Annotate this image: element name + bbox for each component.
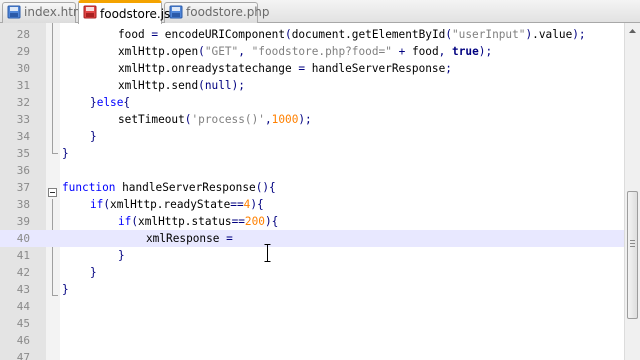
line-number: 46 [16, 334, 30, 347]
tab-bar: index.html foodstore.js foodstore.php [0, 0, 640, 24]
tab-label: foodstore.php [186, 5, 270, 19]
line-number: 28 [16, 28, 30, 41]
code-line: 45 [0, 315, 624, 332]
tab-label: foodstore.js [100, 7, 171, 21]
code-line: 47 [0, 349, 624, 360]
code-line: 30 xmlHttp.onreadystatechange = handleSe… [0, 60, 624, 77]
code-line: 43 } [0, 281, 624, 298]
line-number: 35 [16, 147, 30, 160]
code-line: 42 } [0, 264, 624, 281]
code-line: 44 [0, 298, 624, 315]
thumb-grip [630, 246, 635, 247]
code-text: xmlHttp.onreadystatechange = handleServe… [118, 62, 452, 75]
file-saved-icon [169, 5, 183, 19]
code-text: } [62, 147, 69, 160]
code-text: if(xmlHttp.status==200){ [118, 215, 279, 228]
text-cursor-icon [264, 244, 271, 262]
file-saved-icon [7, 5, 21, 19]
line-number: 39 [16, 215, 30, 228]
vertical-scrollbar[interactable] [624, 23, 640, 360]
code-text: xmlHttp.open("GET", "foodstore.php?food=… [118, 45, 493, 58]
code-line: 32 }else{ [0, 94, 624, 111]
code-line: 37 function handleServerResponse(){ [0, 179, 624, 196]
line-number: 45 [16, 317, 30, 330]
code-text: if(xmlHttp.readyState==4){ [90, 198, 264, 211]
code-text: } [90, 266, 97, 279]
line-number: 29 [16, 45, 30, 58]
line-number: 40 [16, 232, 30, 245]
current-code-line[interactable]: 40 xmlResponse = [0, 230, 624, 247]
line-number: 36 [16, 164, 30, 177]
scroll-up-arrow-icon[interactable] [625, 23, 640, 39]
line-number: 47 [16, 351, 30, 360]
code-line: 46 [0, 332, 624, 349]
code-area[interactable]: 28 food = encodeURIComponent(document.ge… [0, 23, 624, 360]
line-number: 33 [16, 113, 30, 126]
thumb-grip [630, 240, 635, 241]
code-line: 31 xmlHttp.send(null); [0, 77, 624, 94]
code-text: } [62, 283, 69, 296]
thumb-grip [630, 243, 635, 244]
tab-foodstore-php[interactable]: foodstore.php [164, 2, 270, 23]
line-number: 37 [16, 181, 30, 194]
line-number: 42 [16, 266, 30, 279]
tab-foodstore-js[interactable]: foodstore.js [78, 0, 170, 24]
code-text: food = encodeURIComponent(document.getEl… [118, 28, 586, 41]
line-number: 38 [16, 198, 30, 211]
code-line: 39 if(xmlHttp.status==200){ [0, 213, 624, 230]
code-line: 38 if(xmlHttp.readyState==4){ [0, 196, 624, 213]
line-number: 43 [16, 283, 30, 296]
line-number: 30 [16, 62, 30, 75]
code-line: 34 } [0, 128, 624, 145]
code-text: }else{ [90, 96, 131, 109]
code-text: xmlResponse = [146, 232, 233, 245]
code-line: 41 } [0, 247, 624, 264]
code-text: } [118, 249, 125, 262]
code-line: 35 } [0, 145, 624, 162]
code-text: setTimeout('process()',1000); [118, 113, 312, 126]
scrollbar-thumb[interactable] [627, 191, 638, 319]
code-line: 33 setTimeout('process()',1000); [0, 111, 624, 128]
line-number: 31 [16, 79, 30, 92]
code-line: 36 [0, 162, 624, 179]
line-number: 41 [16, 249, 30, 262]
line-number: 44 [16, 300, 30, 313]
code-text: xmlHttp.send(null); [118, 79, 245, 92]
line-number: 32 [16, 96, 30, 109]
code-editor[interactable]: 28 food = encodeURIComponent(document.ge… [0, 23, 640, 360]
tab-index-html[interactable]: index.html [2, 2, 88, 23]
code-text: } [90, 130, 97, 143]
line-number: 34 [16, 130, 30, 143]
code-line: 28 food = encodeURIComponent(document.ge… [0, 26, 624, 43]
code-line: 29 xmlHttp.open("GET", "foodstore.php?fo… [0, 43, 624, 60]
file-modified-icon [83, 5, 97, 19]
code-text: function handleServerResponse(){ [62, 181, 276, 194]
